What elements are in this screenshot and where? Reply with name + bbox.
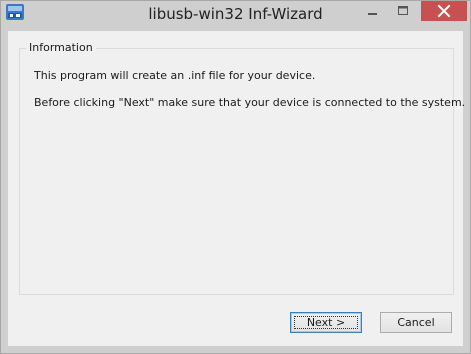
groupbox-title: Information [26,41,96,55]
cancel-button-label: Cancel [397,316,435,329]
close-button[interactable] [421,1,467,21]
title-bar[interactable]: libusb-win32 Inf-Wizard [1,1,470,31]
maximize-button[interactable] [389,1,418,21]
cancel-button[interactable]: Cancel [380,312,452,333]
wizard-window: libusb-win32 Inf-Wizard Information This… [0,0,471,354]
info-text-line: This program will create an .inf file fo… [34,69,316,82]
focus-rectangle [294,316,358,329]
minimize-button[interactable] [358,1,388,21]
wizard-content: Information This program will create an … [8,31,465,346]
information-groupbox: Information This program will create an … [19,41,465,295]
info-text-line: Before clicking "Next" make sure that yo… [34,96,466,109]
close-icon [437,4,451,18]
minimize-icon [368,13,377,15]
maximize-icon [398,6,408,15]
next-button[interactable]: Next > [290,312,362,333]
